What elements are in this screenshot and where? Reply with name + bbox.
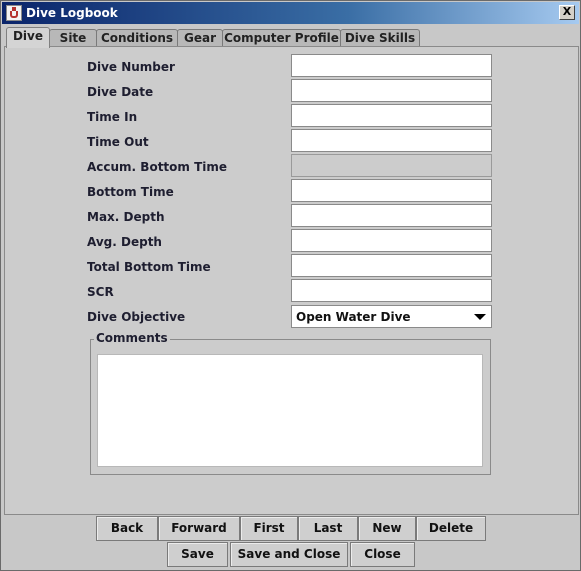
avg-depth-field[interactable] <box>291 229 492 252</box>
scr-label: SCR <box>87 285 114 299</box>
time-in-label: Time In <box>87 110 138 124</box>
tab-dive[interactable]: Dive <box>6 27 50 48</box>
forward-button[interactable]: Forward <box>158 516 240 541</box>
new-button[interactable]: New <box>358 516 416 541</box>
time-in-field[interactable] <box>291 104 492 127</box>
dive-objective-value: Open Water Dive <box>296 310 411 324</box>
dive-objective-label: Dive Objective <box>87 310 186 324</box>
dive-number-label: Dive Number <box>87 60 175 74</box>
dive-objective-select[interactable]: Open Water Dive <box>291 305 492 328</box>
title-bar[interactable]: Dive Logbook X <box>2 2 579 24</box>
chevron-down-icon[interactable] <box>474 314 486 320</box>
java-cup-icon <box>6 5 22 21</box>
tab-site[interactable]: Site <box>49 29 97 47</box>
dive-date-label: Dive Date <box>87 85 154 99</box>
window-title: Dive Logbook <box>26 6 118 20</box>
tab-dive-skills[interactable]: Dive Skills <box>340 29 420 47</box>
back-button[interactable]: Back <box>96 516 158 541</box>
dive-date-field[interactable] <box>291 79 492 102</box>
scr-field[interactable] <box>291 279 492 302</box>
delete-button[interactable]: Delete <box>416 516 486 541</box>
save-button[interactable]: Save <box>167 542 228 567</box>
total-bottom-time-label: Total Bottom Time <box>87 260 211 274</box>
accum-bottom-time-field <box>291 154 492 177</box>
dive-logbook-window: Dive Logbook X Dive Site Conditions Gear… <box>0 0 581 571</box>
tab-gear[interactable]: Gear <box>177 29 223 47</box>
dive-number-field[interactable] <box>291 54 492 77</box>
tab-computer-profile[interactable]: Computer Profile <box>222 29 341 47</box>
comments-label: Comments <box>94 331 170 345</box>
close-button[interactable]: Close <box>350 542 415 567</box>
bottom-time-field[interactable] <box>291 179 492 202</box>
last-button[interactable]: Last <box>298 516 358 541</box>
max-depth-label: Max. Depth <box>87 210 165 224</box>
time-out-label: Time Out <box>87 135 149 149</box>
avg-depth-label: Avg. Depth <box>87 235 162 249</box>
bottom-time-label: Bottom Time <box>87 185 174 199</box>
close-window-button[interactable]: X <box>559 5 575 20</box>
first-button[interactable]: First <box>240 516 298 541</box>
max-depth-field[interactable] <box>291 204 492 227</box>
accum-bottom-time-label: Accum. Bottom Time <box>87 160 228 174</box>
save-and-close-button[interactable]: Save and Close <box>230 542 348 567</box>
time-out-field[interactable] <box>291 129 492 152</box>
total-bottom-time-field[interactable] <box>291 254 492 277</box>
tab-conditions[interactable]: Conditions <box>96 29 178 47</box>
comments-textarea[interactable] <box>97 354 483 467</box>
